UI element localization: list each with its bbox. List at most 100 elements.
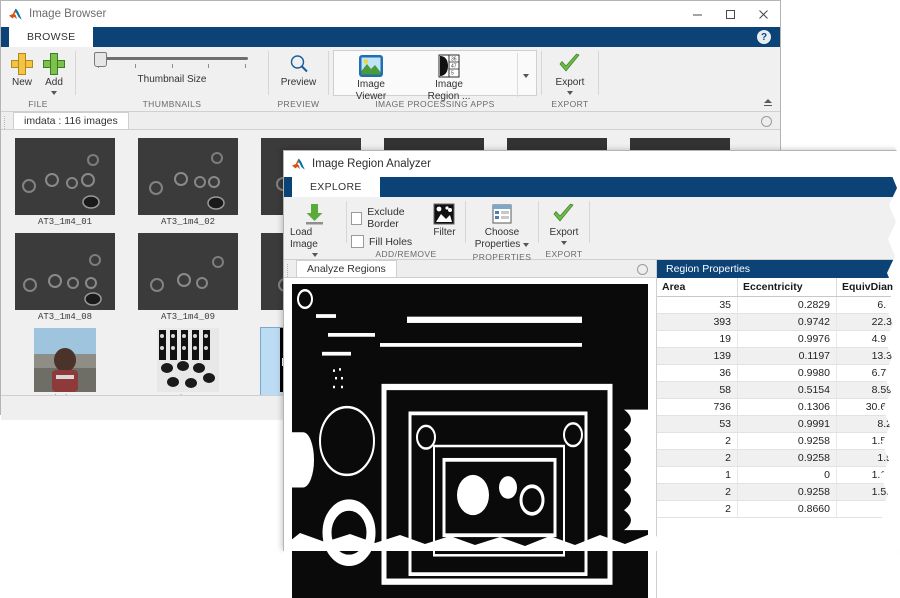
document-tab-analyze-regions[interactable]: Analyze Regions [296,260,397,277]
explore-tabstrip: EXPLORE [284,177,899,197]
table-row[interactable]: 3930.974222.3 [657,314,899,331]
minimize-icon[interactable] [681,1,714,27]
cell-equivdiameter: 30.61 [837,399,899,416]
chevron-down-icon[interactable] [523,243,529,247]
table-header-row: Area Eccentricity EquivDiameter [657,278,899,297]
checkbox-box[interactable] [351,235,364,248]
thumbnail-item[interactable]: AT3_1m4_09 [138,233,238,322]
add-label: Add [45,77,63,89]
export-label: Export [550,227,579,239]
ribbon-group-properties: Choose Properties PROPERTIES [466,197,538,261]
plus-yellow-icon [11,51,33,77]
thumbnail-item[interactable]: AT3_1m4_08 [15,233,115,322]
cell-area: 19 [657,331,738,348]
ribbon-group-add-remove: Exclude Border Fill Holes [347,197,465,261]
image-region-app-button[interactable]: 36 47 5 Image Region ... [414,53,484,103]
column-header-eccentricity[interactable]: Eccentricity [738,278,837,297]
help-icon[interactable]: ? [757,30,771,44]
cell-equivdiameter: 6.4 [837,297,899,314]
cell-equivdiameter: 1.59 [837,484,899,501]
table-row[interactable]: 360.99806.77 [657,365,899,382]
table-row[interactable]: 7360.130630.61 [657,399,899,416]
collapse-ribbon-icon[interactable] [762,98,774,109]
cell-equivdiameter: 13.3 [837,348,899,365]
apps-more-dropdown[interactable] [517,53,534,97]
thumbnail-item[interactable]: baby [15,328,115,404]
load-image-button[interactable]: Load Image [290,201,340,257]
table-row[interactable]: 20.92581.59 [657,484,899,501]
tabstrip-grip[interactable] [287,264,296,277]
cell-eccentricity: 0.1306 [738,399,837,416]
maximize-icon[interactable] [714,1,747,27]
chevron-down-icon[interactable] [561,241,567,245]
binary-blob-icon [433,201,455,227]
exclude-border-checkbox[interactable]: Exclude Border [351,206,428,230]
table-row[interactable]: 20.86601 [657,501,899,518]
cell-eccentricity: 0.5154 [738,382,837,399]
window-controls [681,1,780,27]
image-viewer-app-button[interactable]: Image Viewer [342,53,400,103]
slider-ticks [98,64,246,68]
new-button[interactable]: New [7,51,37,89]
cell-eccentricity: 0.9742 [738,314,837,331]
chevron-down-icon[interactable] [51,91,57,95]
checkbox-box[interactable] [351,212,362,225]
export-button[interactable]: Export [545,201,583,245]
browse-tabstrip: BROWSE ? [1,27,780,47]
cell-equivdiameter: 1.12 [837,467,899,484]
group-label-file: FILE [1,98,75,111]
table-row[interactable]: 190.99764.91 [657,331,899,348]
thumbnail-item[interactable]: AT3_1m4_02 [138,138,238,227]
add-button[interactable]: Add [39,51,69,95]
close-icon[interactable] [747,1,780,27]
load-image-label: Load Image [290,227,340,251]
filter-button[interactable]: Filter [430,201,459,239]
fill-holes-checkbox[interactable]: Fill Holes [351,235,428,248]
thumbnail-item[interactable]: bag [138,328,238,404]
tab-browse[interactable]: BROWSE [9,27,93,47]
image-region-line1: Image [435,79,463,91]
binary-image-canvas[interactable] [284,278,656,598]
table-body: 350.28296.4 3930.974222.3 190.99764.91 1… [657,297,899,518]
chevron-down-icon[interactable] [567,91,573,95]
region-properties-table[interactable]: Area Eccentricity EquivDiameter 350.2829… [657,278,899,518]
slider-handle[interactable] [94,52,107,67]
cell-equivdiameter: 8.2 [837,416,899,433]
table-row[interactable]: 20.92581.5 [657,450,899,467]
cell-eccentricity: 0.8660 [738,501,837,518]
document-tab-imdata[interactable]: imdata : 116 images [13,112,129,129]
table-row[interactable]: 20.92581.59 [657,433,899,450]
matlab-logo-icon [291,158,306,171]
thumbnail-image-cells [138,138,238,215]
preview-button[interactable]: Preview [277,51,321,89]
filter-label: Filter [433,227,455,239]
export-button[interactable]: Export [548,51,592,95]
table-row[interactable]: 580.51548.59 [657,382,899,399]
ribbon-group-export: Export EXPORT [542,47,598,111]
column-header-equivdiameter[interactable]: EquivDiameter [837,278,899,297]
tab-explore[interactable]: EXPLORE [292,177,380,197]
cell-equivdiameter: 1.5 [837,450,899,467]
region-properties-panel: Region Properties Area Eccentricity Equi… [656,260,899,598]
tab-options-icon[interactable] [761,116,772,127]
plus-green-icon [43,51,65,77]
cell-area: 2 [657,433,738,450]
thumbnail-item[interactable]: AT3_1m4_01 [15,138,115,227]
table-row[interactable]: 350.28296.4 [657,297,899,314]
image-region-icon: 36 47 5 [436,53,462,79]
cell-eccentricity: 0.9258 [738,450,837,467]
group-label-preview: PREVIEW [269,98,328,111]
thumbnail-size-slider[interactable]: Thumbnail Size [92,51,252,85]
region-analyzer-titlebar: Image Region Analyzer [284,151,899,177]
tabstrip-grip[interactable] [4,116,13,129]
table-row[interactable]: 530.99918.2 [657,416,899,433]
column-header-area[interactable]: Area [657,278,738,297]
explore-ribbon: Load Image LOAD IMAGE Exclude Border Fil… [284,197,899,260]
thumbnail-image-cells [138,233,238,310]
tab-options-icon[interactable] [637,264,648,275]
thumbnail-caption: AT3_1m4_02 [161,217,215,227]
table-row[interactable]: 101.12 [657,467,899,484]
table-row[interactable]: 1390.119713.3 [657,348,899,365]
choose-properties-button[interactable]: Choose Properties [472,201,532,251]
thumbnail-caption: AT3_1m4_01 [38,217,92,227]
